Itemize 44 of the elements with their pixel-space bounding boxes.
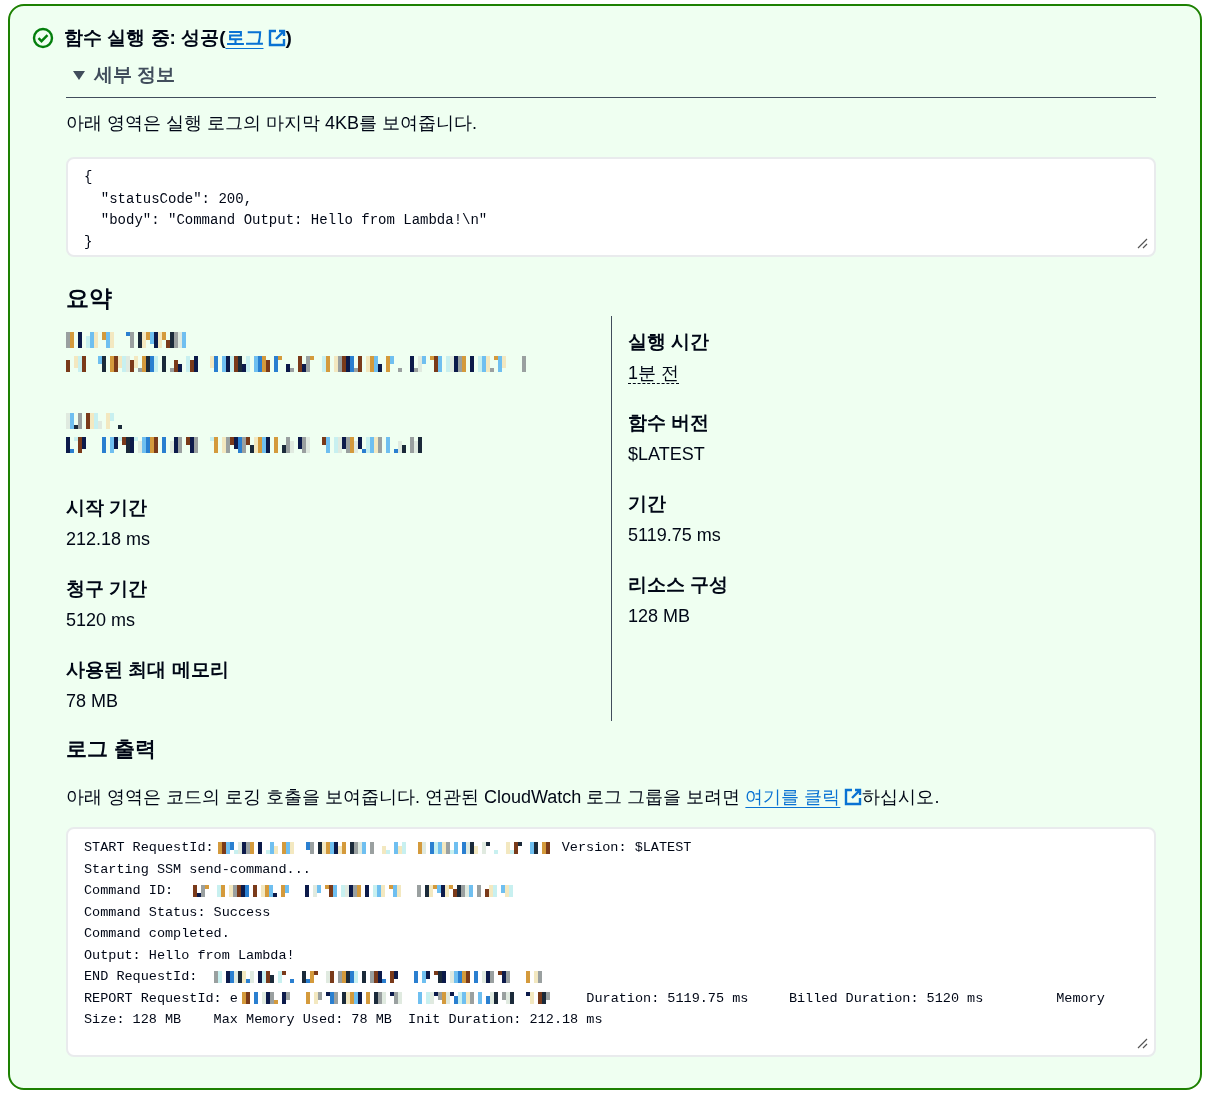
field-label: 함수 버전 <box>628 410 711 435</box>
log-line: REPORT RequestId: e <box>84 989 238 1008</box>
success-check-icon <box>32 27 54 50</box>
field-label: 실행 시간 <box>628 329 711 354</box>
field-value: 78 MB <box>66 691 119 711</box>
field-label: 기간 <box>628 491 667 516</box>
log-output-heading: 로그 출력 <box>66 735 157 762</box>
log-line: END RequestId: <box>84 968 199 986</box>
field-label: 시작 기간 <box>66 495 149 520</box>
log-output-description: 아래 영역은 코드의 로깅 호출을 보여줍니다. 연관된 CloudWatch 로그 그룹을 보려면 여기를 클릭 하십시오. <box>66 786 941 809</box>
field-value: 5119.75 ms <box>628 525 721 545</box>
code-line: { <box>84 168 93 187</box>
field-label: 청구 기간 <box>66 576 149 601</box>
status-title: 함수 실행 중: 성공(로그 ) <box>64 26 292 50</box>
log-line: START RequestId: <box>84 839 214 857</box>
code-line: "statusCode": 200, <box>99 189 253 209</box>
intro-text: 아래 영역은 실행 로그의 마지막 4KB를 보여줍니다. <box>66 112 479 135</box>
field-value: 212.18 ms <box>66 529 151 549</box>
field-value: $LATEST <box>628 444 705 464</box>
resize-handle-icon[interactable] <box>1136 237 1148 249</box>
log-line: Size: 128 MB Max Memory Used: 78 MB Init Duration: 212.18 ms <box>84 1011 603 1029</box>
log-line: Command ID: <box>84 882 175 900</box>
code-line: "body": "Command Output: Hello from Lambda!\n" <box>99 211 488 230</box>
field-value: 128 MB <box>628 606 691 626</box>
details-toggle[interactable]: 세부 정보 <box>72 60 176 89</box>
log-output-area[interactable] <box>66 827 1156 1057</box>
result-code-area[interactable]: { "statusCode": 200, "body": "Command Output: Hello from Lambda!\n" } <box>66 157 1156 257</box>
cloudwatch-link[interactable]: 여기를 클릭 <box>745 787 863 807</box>
external-link-icon <box>267 29 286 47</box>
log-line: Command completed. <box>84 925 230 943</box>
log-line: Duration: 5119.75 ms Billed Duration: 5120 ms Memory <box>585 989 1105 1008</box>
field-value: 1분 전 <box>628 363 679 384</box>
log-line: Starting SSM send-command... <box>84 860 311 879</box>
log-link[interactable]: 로그 <box>225 27 286 48</box>
field-value: 5120 ms <box>66 610 136 630</box>
resize-handle-icon[interactable] <box>1136 1037 1148 1049</box>
summary-heading: 요약 <box>66 284 113 313</box>
external-link-icon <box>844 788 863 806</box>
log-line: Command Status: Success <box>84 903 271 922</box>
log-line: Output: Hello from Lambda! <box>84 946 295 965</box>
field-label: 사용된 최대 메모리 <box>66 657 230 682</box>
code-line: } <box>84 232 93 252</box>
log-line: Version: $LATEST <box>560 839 692 857</box>
field-label: 리소스 구성 <box>628 572 730 597</box>
